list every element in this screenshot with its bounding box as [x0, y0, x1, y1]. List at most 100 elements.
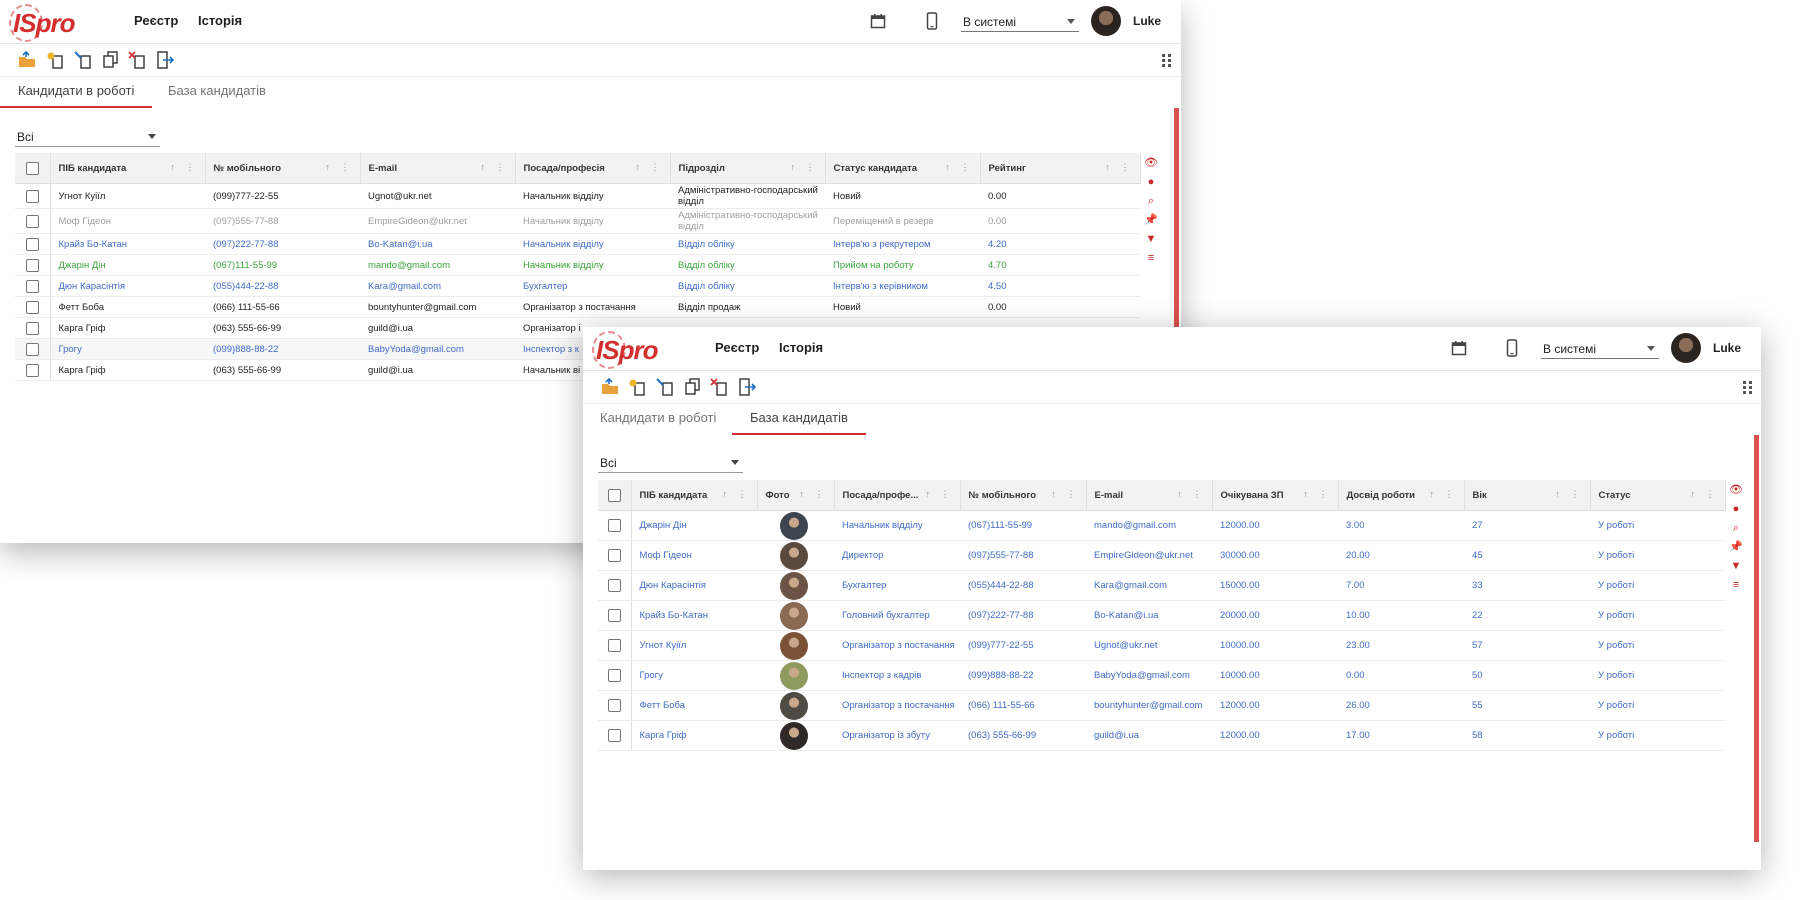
edit-document-icon[interactable]: [656, 378, 676, 396]
eye-icon[interactable]: 👁: [1141, 154, 1161, 173]
apps-grid-icon[interactable]: [1162, 54, 1174, 67]
column-header[interactable]: E-mail ↑ ⋮: [360, 153, 516, 184]
row-checkbox[interactable]: [15, 296, 51, 318]
checkbox[interactable]: [25, 237, 39, 251]
column-header[interactable]: Вік ↑ ⋮: [1464, 480, 1591, 511]
checkbox[interactable]: [25, 300, 39, 314]
sort-menu-icon[interactable]: ↑ ⋮: [1177, 489, 1205, 500]
apps-grid-icon[interactable]: [1743, 381, 1755, 394]
checkbox[interactable]: [607, 699, 621, 712]
menu-registry[interactable]: Реєстр: [134, 13, 178, 28]
open-folder-icon[interactable]: [600, 378, 620, 396]
table-row[interactable]: Джарін Дін (067)111-55-99 mando@gmail.com Н…: [15, 254, 1140, 276]
export-icon[interactable]: [155, 51, 175, 69]
column-header[interactable]: № мобільного ↑ ⋮: [960, 480, 1087, 511]
sort-menu-icon[interactable]: ↑ ⋮: [480, 162, 508, 173]
sort-menu-icon[interactable]: ↑ ⋮: [1690, 489, 1718, 500]
row-checkbox[interactable]: [15, 208, 51, 234]
row-checkbox[interactable]: [15, 183, 51, 209]
table-cell[interactable]: Дюн Карасінтія: [631, 570, 757, 601]
palette-icon[interactable]: ●: [1141, 173, 1161, 192]
calendar-icon[interactable]: [868, 11, 888, 31]
table-row[interactable]: Крайз Бо-Катан Головний бухгалтер (097)222…: [598, 600, 1725, 631]
column-header[interactable]: E-mail ↑ ⋮: [1086, 480, 1213, 511]
candidate-photo[interactable]: [780, 541, 808, 570]
select-all-checkbox[interactable]: [15, 153, 51, 184]
avatar[interactable]: [1091, 6, 1121, 36]
table-row[interactable]: Дюн Карасінтія Бухгалтер (055)444-22-88 Kar…: [598, 570, 1725, 601]
copy-icon[interactable]: [683, 378, 703, 396]
row-checkbox[interactable]: [598, 720, 632, 751]
table-row[interactable]: Угнот Куіїл (099)777-22-55 Ugnot@ukr.net На…: [15, 183, 1140, 209]
table-row[interactable]: Грогу Інспектор з кадрів (099)888-88-22 Bab…: [598, 660, 1725, 691]
sort-menu-icon[interactable]: ↑ ⋮: [1555, 489, 1583, 500]
table-row[interactable]: Джарін Дін Начальник відділу (067)111-55-9…: [598, 510, 1725, 541]
sort-menu-icon[interactable]: ↑ ⋮: [790, 162, 818, 173]
sort-menu-icon[interactable]: ↑ ⋮: [325, 162, 353, 173]
table-cell[interactable]: Фетт Боба: [631, 690, 757, 721]
row-checkbox[interactable]: [15, 275, 51, 297]
candidate-photo[interactable]: [780, 631, 808, 660]
checkbox[interactable]: [25, 161, 39, 175]
sort-icon[interactable]: ≡: [1141, 249, 1161, 268]
row-checkbox[interactable]: [598, 540, 632, 571]
column-header[interactable]: Досвід роботи ↑ ⋮: [1338, 480, 1465, 511]
checkbox[interactable]: [25, 214, 39, 228]
menu-history[interactable]: Історія: [198, 13, 242, 28]
row-checkbox[interactable]: [15, 359, 51, 381]
table-row[interactable]: Крайз Бо-Катан (097)222-77-88 Bo-Katan@i.u…: [15, 233, 1140, 255]
row-checkbox[interactable]: [15, 317, 51, 339]
column-header[interactable]: Фото ↑ ⋮: [757, 480, 835, 511]
tab-candidate-base[interactable]: База кандидатів: [732, 410, 866, 435]
sort-menu-icon[interactable]: ↑ ⋮: [1105, 162, 1133, 173]
column-header[interactable]: ПІБ кандидата ↑ ⋮: [50, 153, 206, 184]
search-icon[interactable]: ⌕: [1726, 519, 1746, 538]
mobile-icon[interactable]: [1502, 338, 1522, 358]
table-row[interactable]: Фетт Боба (066) 111-55-66 bountyhunter@gma…: [15, 296, 1140, 318]
row-checkbox[interactable]: [598, 630, 632, 661]
pin-icon[interactable]: 📌: [1141, 211, 1161, 230]
menu-history[interactable]: Історія: [779, 340, 823, 355]
table-cell[interactable]: Моф Гідеон: [631, 540, 757, 571]
table-row[interactable]: Угнот Куіїл Організатор з постачання (099)…: [598, 630, 1725, 661]
table-row[interactable]: Моф Гідеон (097)555-77-88 EmpireGideon@ukr…: [15, 208, 1140, 234]
column-header[interactable]: Посада/професія ↑ ⋮: [515, 153, 671, 184]
checkbox[interactable]: [607, 639, 621, 652]
add-document-icon[interactable]: [628, 378, 648, 396]
filter-icon[interactable]: ▼: [1726, 557, 1746, 576]
avatar[interactable]: [1671, 333, 1701, 363]
table-cell[interactable]: Карга Гріф: [631, 720, 757, 751]
select-all-checkbox[interactable]: [598, 480, 632, 511]
sort-menu-icon[interactable]: ↑ ⋮: [635, 162, 663, 173]
tab-candidates-in-work[interactable]: Кандидати в роботі: [0, 83, 153, 108]
palette-icon[interactable]: ●: [1726, 500, 1746, 519]
sort-menu-icon[interactable]: ↑ ⋮: [799, 489, 827, 500]
row-checkbox[interactable]: [598, 660, 632, 691]
sort-menu-icon[interactable]: ↑ ⋮: [945, 162, 973, 173]
row-checkbox[interactable]: [598, 510, 632, 541]
candidate-photo[interactable]: [780, 511, 808, 540]
checkbox[interactable]: [25, 321, 39, 335]
checkbox[interactable]: [607, 609, 621, 622]
checkbox[interactable]: [607, 669, 621, 682]
candidate-photo[interactable]: [780, 571, 808, 600]
checkbox[interactable]: [25, 258, 39, 272]
candidate-photo[interactable]: [780, 661, 808, 690]
export-icon[interactable]: [737, 378, 757, 396]
checkbox[interactable]: [607, 729, 621, 742]
checkbox[interactable]: [607, 488, 621, 502]
table-cell[interactable]: Грогу: [631, 660, 757, 691]
table-cell[interactable]: Джарін Дін: [631, 510, 757, 541]
row-checkbox[interactable]: [598, 570, 632, 601]
sort-menu-icon[interactable]: ↑ ⋮: [1429, 489, 1457, 500]
row-checkbox[interactable]: [15, 338, 51, 360]
tab-candidates-in-work[interactable]: Кандидати в роботі: [600, 410, 716, 433]
calendar-icon[interactable]: [1449, 338, 1469, 358]
filter-select[interactable]: Всі: [15, 128, 160, 147]
tab-candidate-base[interactable]: База кандидатів: [168, 83, 266, 106]
table-row[interactable]: Карга Гріф Організатор із збуту (063) 555-…: [598, 720, 1725, 751]
checkbox[interactable]: [25, 363, 39, 377]
edit-document-icon[interactable]: [74, 51, 94, 69]
filter-select[interactable]: Всі: [598, 454, 743, 473]
sort-icon[interactable]: ≡: [1726, 576, 1746, 595]
